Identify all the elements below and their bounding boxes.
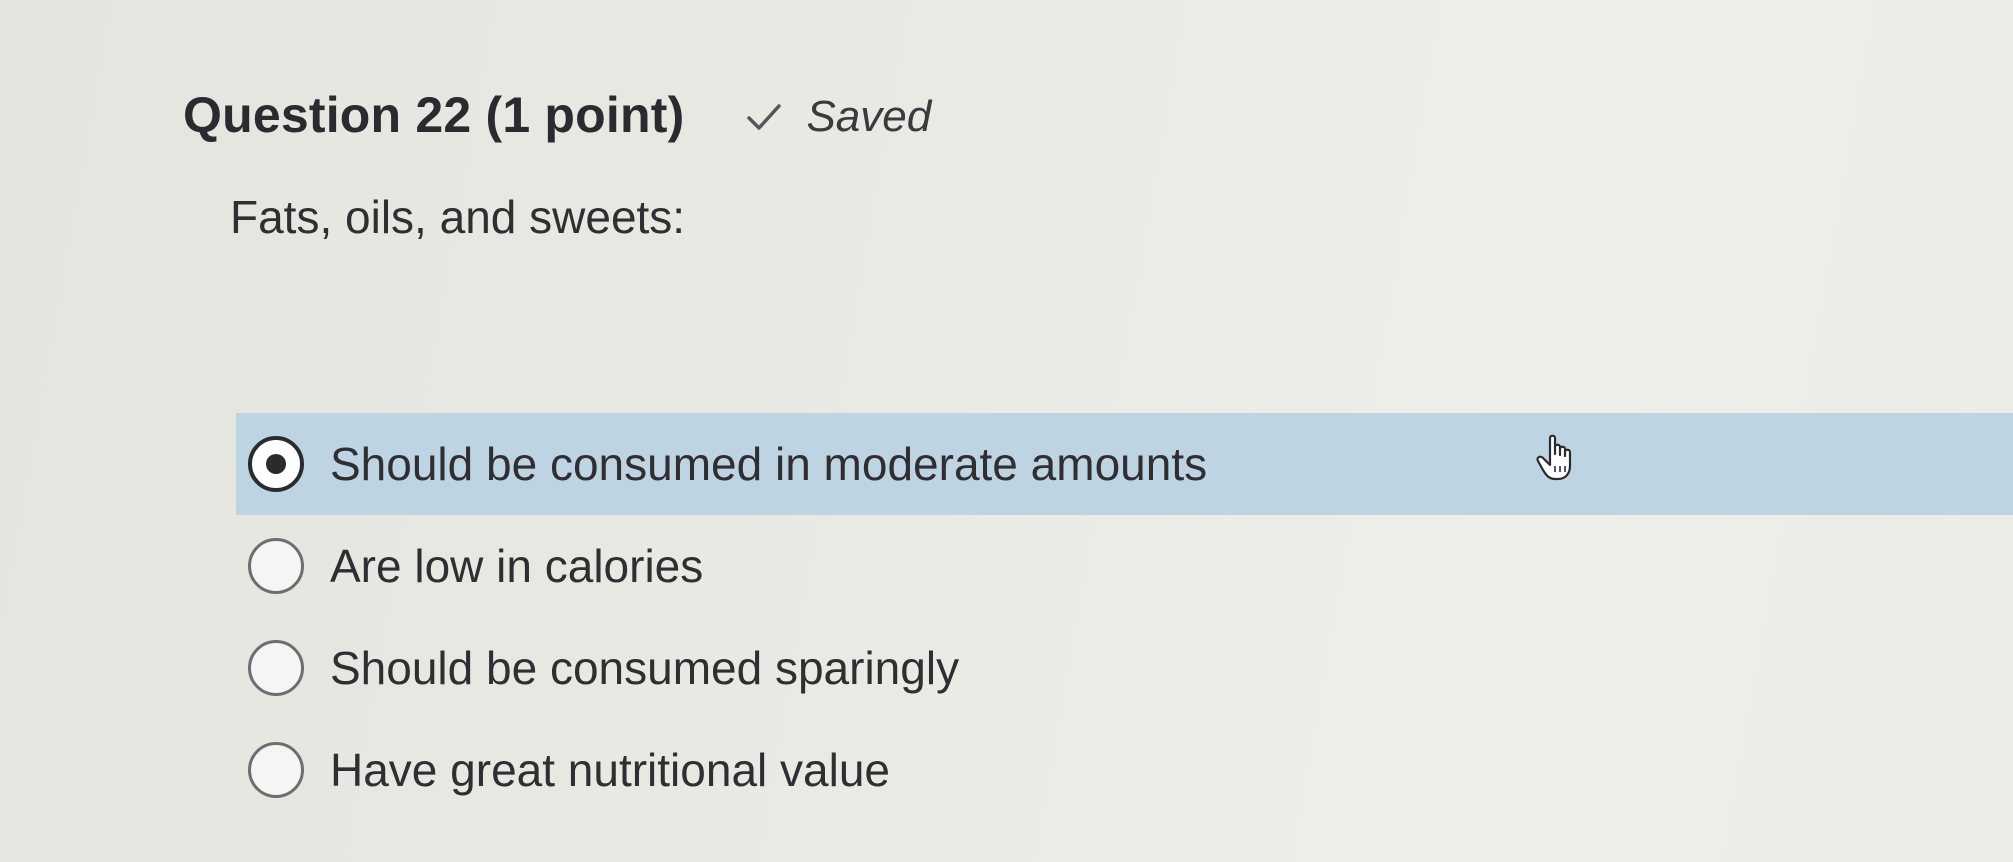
radio-button[interactable] (248, 640, 304, 696)
radio-button[interactable] (248, 538, 304, 594)
answer-option[interactable]: Should be consumed in moderate amounts (236, 413, 2013, 515)
answer-option-label: Should be consumed sparingly (330, 642, 960, 694)
saved-status: Saved (746, 92, 931, 142)
radio-dot (266, 454, 286, 474)
answer-options: Should be consumed in moderate amounts A… (236, 413, 2013, 821)
radio-button-selected[interactable] (248, 436, 304, 492)
radio-button[interactable] (248, 742, 304, 798)
answer-option[interactable]: Should be consumed sparingly (236, 617, 2013, 719)
question-prompt: Fats, oils, and sweets: (230, 191, 686, 243)
answer-option-label: Have great nutritional value (330, 744, 890, 796)
hand-pointer-icon (1536, 434, 1580, 482)
answer-option-label: Should be consumed in moderate amounts (330, 438, 1208, 490)
check-icon (746, 102, 782, 132)
answer-option[interactable]: Are low in calories (236, 515, 2013, 617)
answer-option[interactable]: Have great nutritional value (236, 719, 2013, 821)
question-header: Question 22 (1 point) Saved (183, 86, 931, 144)
question-title: Question 22 (1 point) (183, 87, 685, 143)
saved-label: Saved (806, 92, 932, 141)
answer-option-label: Are low in calories (330, 540, 704, 592)
